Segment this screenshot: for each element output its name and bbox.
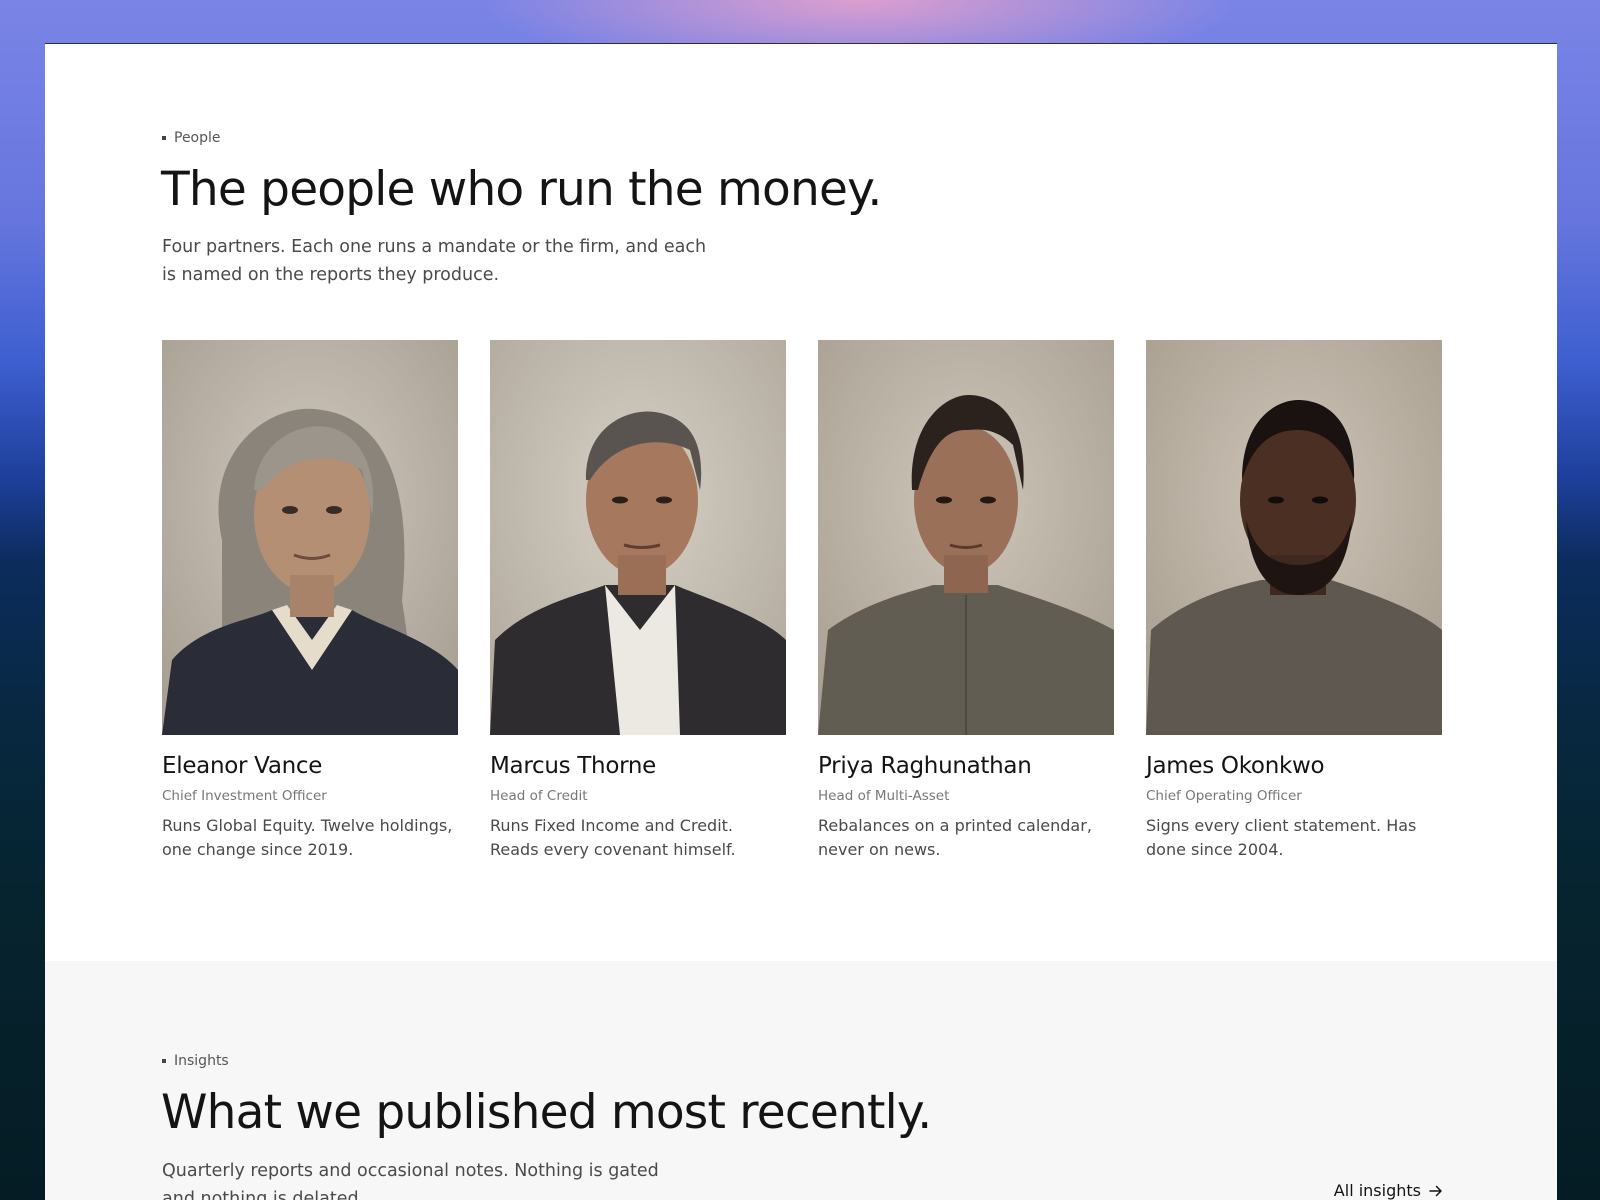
- partner-description: Signs every client statement. Has done s…: [1146, 816, 1417, 859]
- people-section: People The people who run the money. Fou…: [45, 44, 1557, 961]
- insights-section: Insights What we published most recently…: [45, 961, 1557, 1200]
- insights-eyebrow-label: Insights: [174, 1053, 229, 1069]
- all-insights-link[interactable]: All insights: [1334, 1181, 1443, 1200]
- eyebrow-square-icon: [162, 136, 166, 140]
- arrow-right-icon: [1429, 1185, 1442, 1196]
- people-eyebrow-label: People: [174, 130, 221, 146]
- partner-role: Head of Credit: [490, 788, 588, 804]
- partner-name: James Okonkwo: [1146, 753, 1325, 779]
- partner-name: Eleanor Vance: [162, 753, 323, 779]
- all-insights-label: All insights: [1333, 1181, 1421, 1200]
- partner-role: Head of Multi-Asset: [818, 788, 950, 804]
- eyebrow-square-icon: [162, 1059, 166, 1063]
- people-lead: Four partners. Each one runs a mandate o…: [162, 237, 707, 285]
- partner-role: Chief Investment Officer: [162, 788, 327, 804]
- partner-description: Runs Fixed Income and Credit. Reads ever…: [490, 816, 736, 859]
- partner-portrait: [818, 340, 1114, 735]
- insights-lead: Quarterly reports and occasional notes. …: [162, 1161, 659, 1200]
- partner-name: Priya Raghunathan: [818, 753, 1032, 779]
- partner-description: Rebalances on a printed calendar, never …: [818, 816, 1092, 859]
- partner-card: Eleanor Vance Chief Investment Officer R…: [162, 340, 458, 862]
- partner-card: Marcus Thorne Head of Credit Runs Fixed …: [490, 340, 786, 862]
- partner-card: Priya Raghunathan Head of Multi-Asset Re…: [818, 340, 1114, 862]
- partner-portrait: [490, 340, 786, 735]
- partner-description: Runs Global Equity. Twelve holdings, one…: [162, 816, 453, 859]
- partner-role: Chief Operating Officer: [1146, 788, 1302, 804]
- insights-title: What we published most recently.: [161, 1085, 932, 1140]
- partner-card: James Okonkwo Chief Operating Officer Si…: [1146, 340, 1442, 862]
- partner-name: Marcus Thorne: [490, 753, 656, 779]
- page-container: People The people who run the money. Fou…: [45, 43, 1557, 1200]
- partner-portrait: [162, 340, 458, 735]
- insights-eyebrow: Insights: [162, 1053, 229, 1069]
- people-title: The people who run the money.: [161, 162, 882, 217]
- people-eyebrow: People: [162, 130, 221, 146]
- partner-portrait: [1146, 340, 1442, 735]
